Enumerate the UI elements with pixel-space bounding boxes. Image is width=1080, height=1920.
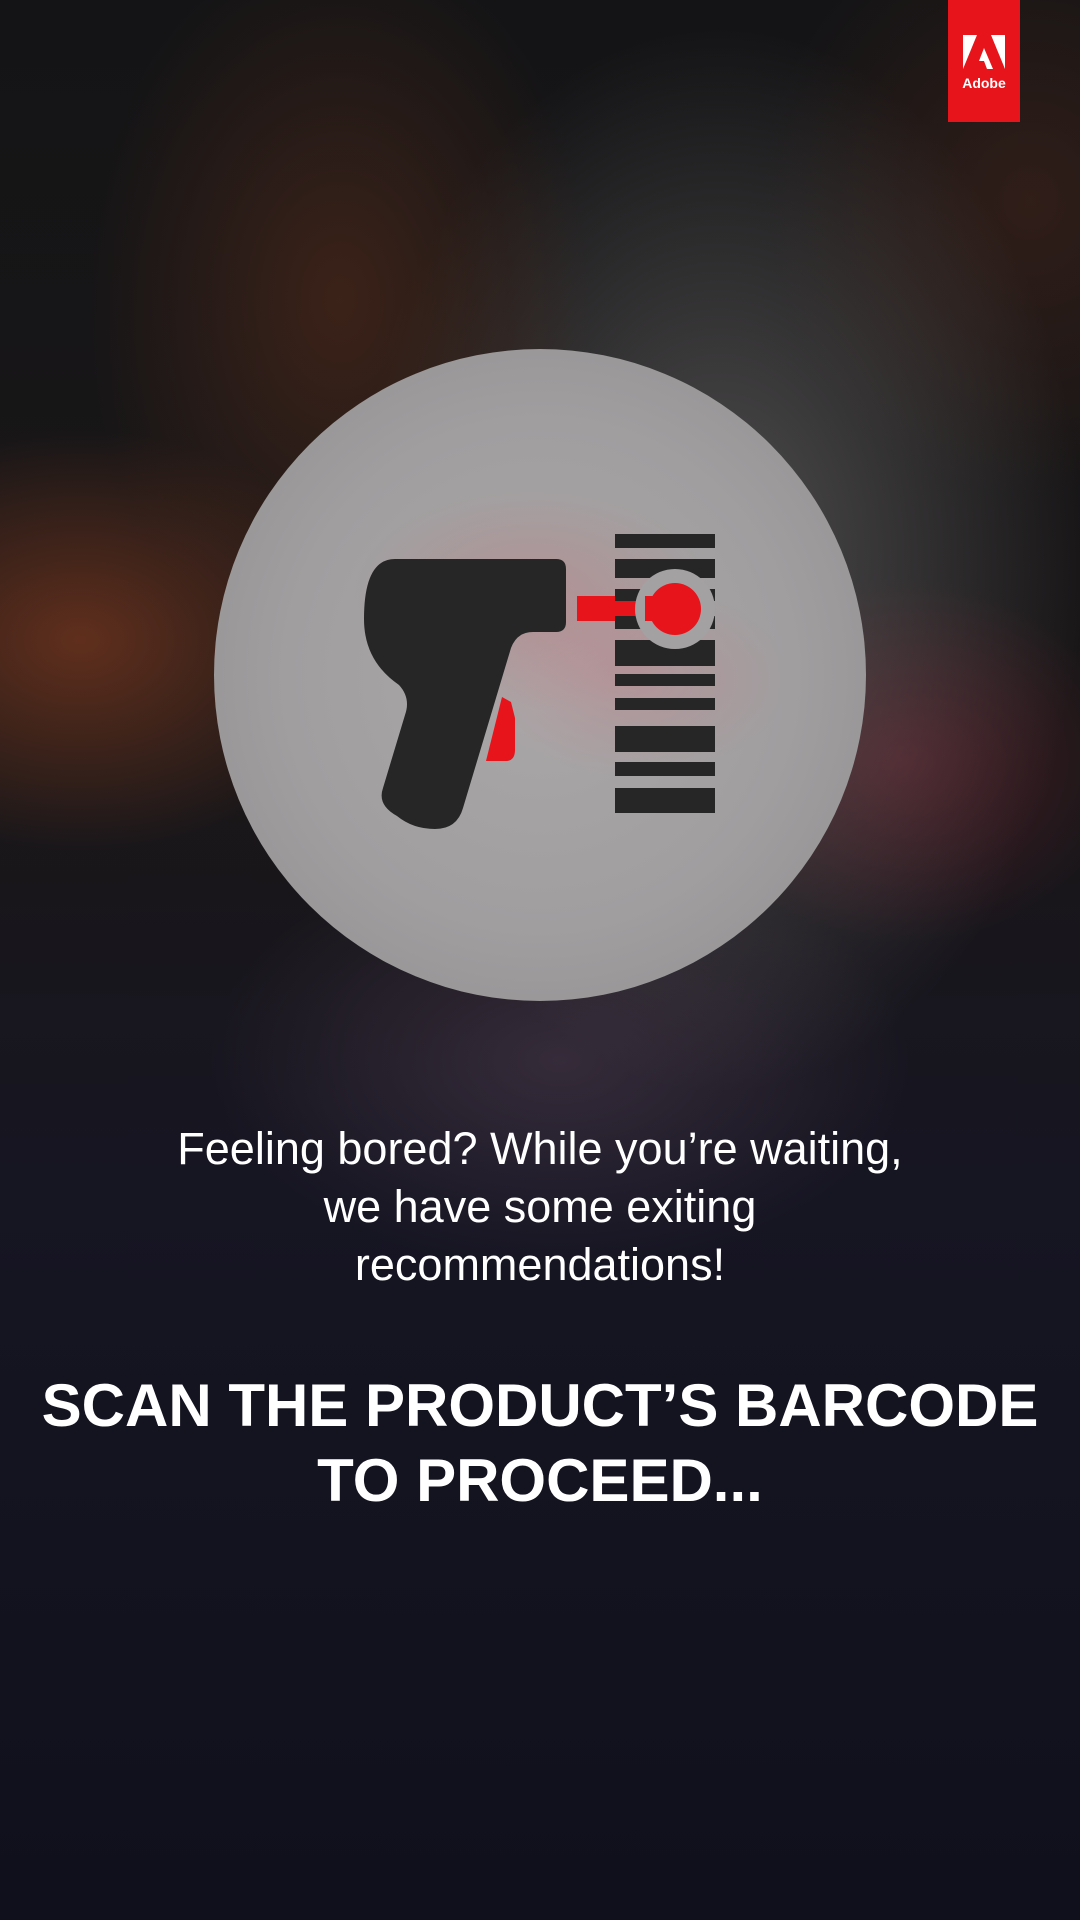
scan-instruction-line-2: TO PROCEED...	[317, 1447, 763, 1514]
adobe-logo-icon	[963, 35, 1005, 69]
scan-instruction-line-1: SCAN THE PRODUCT’S BARCODE	[41, 1372, 1039, 1439]
barcode-scanner-icon	[364, 534, 715, 829]
wait-message-line-1: Feeling bored? While you’re waiting,	[177, 1123, 903, 1174]
wait-message: Feeling bored? While you’re waiting, we …	[90, 1120, 990, 1294]
wait-message-line-2: we have some exiting	[323, 1181, 757, 1232]
scan-prompt-screen: Adobe Feeling bored? While you’re waitin…	[0, 0, 1080, 1920]
scanner-gun-icon	[364, 559, 566, 829]
brand-name: Adobe	[962, 75, 1006, 91]
wait-message-line-3: recommendations!	[354, 1239, 726, 1290]
brand-logo-badge: Adobe	[948, 0, 1020, 122]
scan-instruction: SCAN THE PRODUCT’S BARCODE TO PROCEED...	[40, 1368, 1040, 1518]
